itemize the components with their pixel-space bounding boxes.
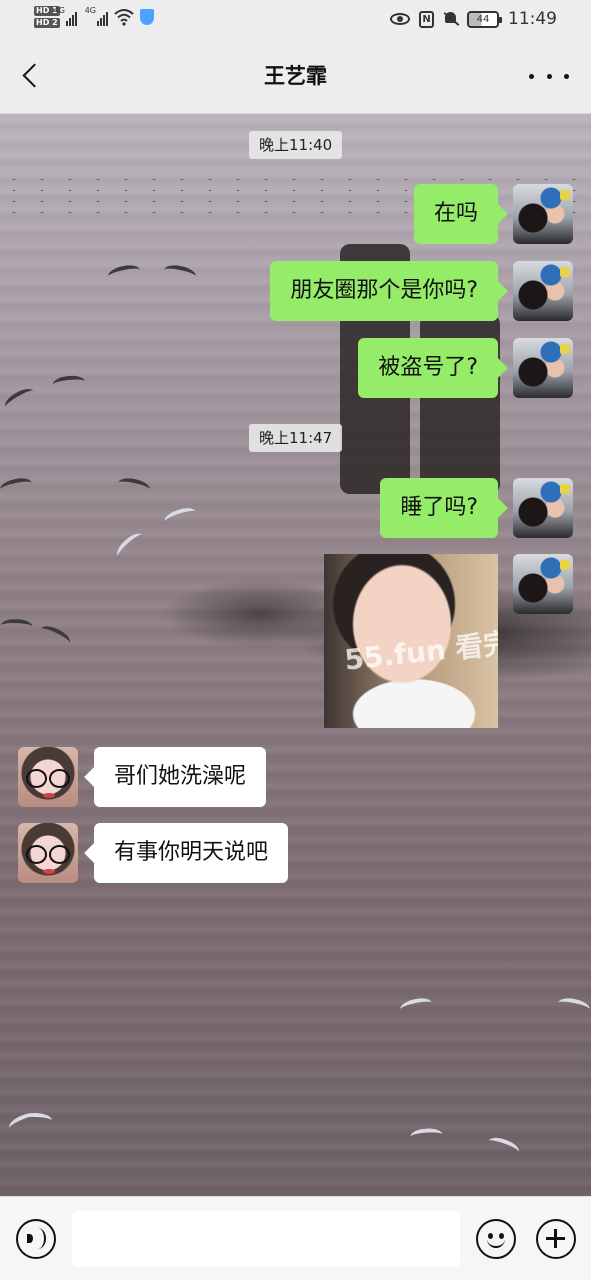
contact-avatar[interactable] [18, 747, 78, 807]
wallpaper-gull [410, 1126, 521, 1155]
signal-2-icon: 4G [85, 6, 108, 26]
my-avatar[interactable] [513, 338, 573, 398]
my-avatar[interactable] [513, 184, 573, 244]
my-avatar[interactable] [513, 554, 573, 614]
nfc-icon: N [419, 10, 434, 28]
wallpaper-gull [2, 371, 86, 410]
shield-icon [139, 9, 154, 25]
outgoing-message[interactable]: 被盗号了? [358, 338, 498, 398]
my-avatar[interactable] [513, 261, 573, 321]
wallpaper-gull [400, 999, 590, 1013]
input-bar [0, 1196, 591, 1280]
sim2-label: HD 2 [34, 18, 60, 28]
battery-icon: 44 [467, 10, 502, 28]
mute-bell-icon [443, 11, 458, 27]
outgoing-message[interactable]: 朋友圈那个是你吗? [270, 261, 498, 321]
status-bar: HD 1 HD 2 4G 4G N 44 11:49 [0, 0, 591, 40]
emoji-button[interactable] [476, 1219, 516, 1259]
emoji-icon [487, 1238, 505, 1248]
wallpaper-gull [0, 479, 150, 493]
message-input[interactable] [72, 1211, 460, 1267]
contact-avatar[interactable] [18, 823, 78, 883]
plus-button[interactable] [536, 1219, 576, 1259]
outgoing-message[interactable]: 睡了吗? [380, 478, 498, 538]
network1-label: 4G [53, 6, 65, 15]
image-watermark: 55.fun 看完 [342, 626, 498, 677]
wallpaper-gull [7, 1110, 53, 1131]
clock: 11:49 [508, 9, 557, 29]
contact-name: 王艺霏 [264, 64, 327, 88]
incoming-message[interactable]: 有事你明天说吧 [94, 823, 289, 883]
wallpaper-gull [0, 615, 73, 646]
timestamp: 晚上11:40 [249, 131, 343, 159]
status-left-group: HD 1 HD 2 4G 4G [34, 6, 154, 28]
more-button[interactable] [529, 64, 569, 88]
status-right-group: N 44 11:49 [390, 9, 557, 29]
more-dots-icon [529, 73, 534, 79]
chat-header: 王艺霏 [0, 40, 591, 114]
eye-icon [390, 13, 410, 25]
network2-label: 4G [84, 6, 96, 15]
timestamp: 晚上11:47 [249, 424, 343, 452]
voice-button[interactable] [16, 1219, 56, 1259]
wallpaper-gull [113, 502, 198, 559]
wifi-icon [114, 9, 134, 26]
signal-1-icon: 4G [54, 6, 77, 26]
image-message[interactable]: 55.fun 看完 [324, 554, 498, 728]
wallpaper-gull [108, 266, 196, 280]
outgoing-message[interactable]: 在吗 [413, 184, 498, 244]
incoming-message[interactable]: 哥们她洗澡呢 [94, 747, 267, 807]
my-avatar[interactable] [513, 478, 573, 538]
chat-area[interactable]: 晚上11:40 在吗 朋友圈那个是你吗? 被盗号了? 晚上11:47 睡了吗? … [0, 114, 591, 1196]
